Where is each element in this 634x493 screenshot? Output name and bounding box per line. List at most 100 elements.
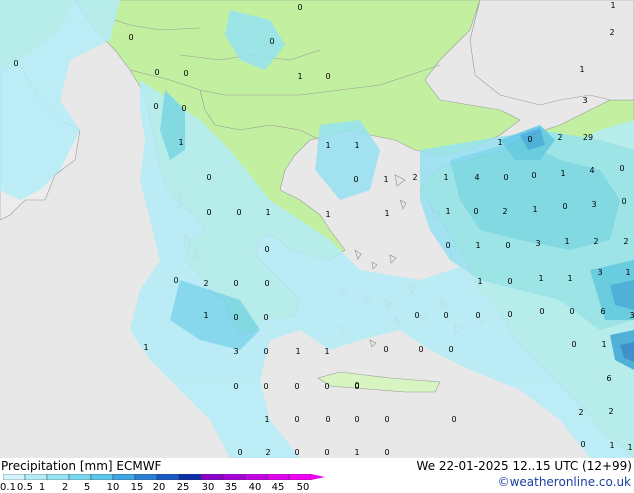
precip-value-label: 1: [609, 441, 614, 450]
precip-value-label: 0: [173, 276, 178, 285]
precip-value-label: 6: [606, 374, 611, 383]
scale-label: 2: [61, 482, 69, 493]
precip-value-label: 0: [621, 197, 626, 206]
precip-value-label: 0: [418, 345, 423, 354]
black-sea: [469, 0, 634, 106]
precip-value-label: 0: [233, 279, 238, 288]
scale-swatch: [178, 474, 202, 480]
scale-swatch: [46, 474, 70, 480]
precip-value-label: 1: [532, 205, 537, 214]
precip-value-label: 1: [324, 347, 329, 356]
scale-label: 20: [152, 482, 166, 493]
precip-value-label: 1: [627, 443, 632, 452]
precip-value-label: 0: [294, 448, 299, 457]
precip-value-label: 0: [383, 345, 388, 354]
precip-value-label: 0: [264, 245, 269, 254]
precip-value-label: 2: [578, 408, 583, 417]
precip-value-label: 0: [236, 208, 241, 217]
precip-value-label: 1: [610, 1, 615, 10]
scale-swatch: [134, 474, 158, 480]
precip-value-label: 3: [629, 311, 634, 320]
precip-value-label: 1: [325, 141, 330, 150]
precip-value-label: 1: [143, 343, 148, 352]
precip-value-label: 2: [502, 207, 507, 216]
scale-swatch: [68, 474, 92, 480]
precip-value-label: 0: [619, 164, 624, 173]
precip-value-label: 0: [562, 202, 567, 211]
precip-value-label: 6: [600, 307, 605, 316]
scale-swatch: [90, 474, 114, 480]
precip-value-label: 1: [384, 209, 389, 218]
precip-value-label: 0: [324, 382, 329, 391]
valid-time: We 22-01-2025 12..15 UTC (12+99): [416, 459, 632, 473]
footer-bar: Precipitation [mm] ECMWF We 22-01-2025 1…: [0, 458, 634, 493]
precip-value-label: 0: [294, 382, 299, 391]
precip-value-label: 0: [473, 207, 478, 216]
precip-value-label: 1: [497, 138, 502, 147]
precip-value-label: 1: [325, 210, 330, 219]
precip-value-label: 3: [233, 347, 238, 356]
precip-value-label: 3: [591, 200, 596, 209]
precip-value-label: 0: [503, 173, 508, 182]
precip-value-label: 2: [265, 448, 270, 457]
precip-value-label: 0: [154, 68, 159, 77]
precip-value-label: 1: [625, 268, 630, 277]
precip-value-label: 0: [263, 382, 268, 391]
precip-value-label: 0: [443, 311, 448, 320]
precip-value-label: 1: [443, 173, 448, 182]
scale-swatch: [266, 474, 290, 480]
precip-value-label: 0: [294, 415, 299, 424]
scale-label: 0.5: [17, 482, 33, 493]
precip-value-label: 0: [233, 313, 238, 322]
precip-value-label: 0: [531, 171, 536, 180]
precip-value-label: 1: [567, 274, 572, 283]
precip-value-label: 0: [571, 340, 576, 349]
precip-value-label: 0: [206, 208, 211, 217]
scale-swatch: [244, 474, 268, 480]
precip-value-label: 0: [325, 72, 330, 81]
precip-value-label: 0: [153, 102, 158, 111]
precip-value-label: 1: [295, 347, 300, 356]
scale-swatch: [112, 474, 136, 480]
precip-value-label: 2: [609, 28, 614, 37]
scale-swatch: [200, 474, 224, 480]
precip-value-label: 0: [569, 307, 574, 316]
precip-value-label: 0: [414, 311, 419, 320]
precip-value-label: 0: [181, 104, 186, 113]
precip-value-label: 2: [608, 407, 613, 416]
precip-value-label: 1: [601, 340, 606, 349]
precip-value-label: 2: [593, 237, 598, 246]
precip-value-label: 0: [263, 313, 268, 322]
precip-value-label: 0: [448, 345, 453, 354]
precip-value-label: 0: [384, 415, 389, 424]
scale-label: 45: [271, 482, 285, 493]
precip-value-label: 0: [264, 279, 269, 288]
precip-value-label: 0: [233, 382, 238, 391]
precip-value-label: 0: [325, 415, 330, 424]
precipitation-map: 0 0 0 0 0 0 1 0 0 0 1 1 1 0 0 1 2 1 0 0 1 1 1 0 0 2 0 0 1 0 0 1 3 0 1 1 0 0 0 0…: [0, 0, 634, 459]
precip-value-label: 1: [265, 208, 270, 217]
credit-link[interactable]: ©weatheronline.co.uk: [498, 475, 631, 489]
scale-label: 0.1: [0, 482, 16, 493]
precip-value-label: 29: [583, 133, 593, 142]
precip-value-label: 1: [383, 175, 388, 184]
precip-value-label: 1: [475, 241, 480, 250]
precip-value-label: 0: [13, 59, 18, 68]
precip-value-label: 0: [128, 33, 133, 42]
precip-value-label: 1: [354, 448, 359, 457]
precip-value-label: 0: [206, 173, 211, 182]
precip-value-label: 1: [297, 72, 302, 81]
precip-value-label: 0: [580, 440, 585, 449]
precip-value-label: 1: [203, 311, 208, 320]
precip-value-label: 0: [539, 307, 544, 316]
scale-label: 15: [130, 482, 144, 493]
precip-value-label: 3: [582, 96, 587, 105]
scale-swatch: [156, 474, 180, 480]
scale-arrow: [311, 474, 325, 480]
precip-value-label: 0: [384, 448, 389, 457]
precip-value-label: 3: [535, 239, 540, 248]
precip-value-label: 1: [264, 415, 269, 424]
color-scale: [3, 474, 325, 480]
precip-value-label: 1: [564, 237, 569, 246]
precip-value-label: 1: [354, 141, 359, 150]
